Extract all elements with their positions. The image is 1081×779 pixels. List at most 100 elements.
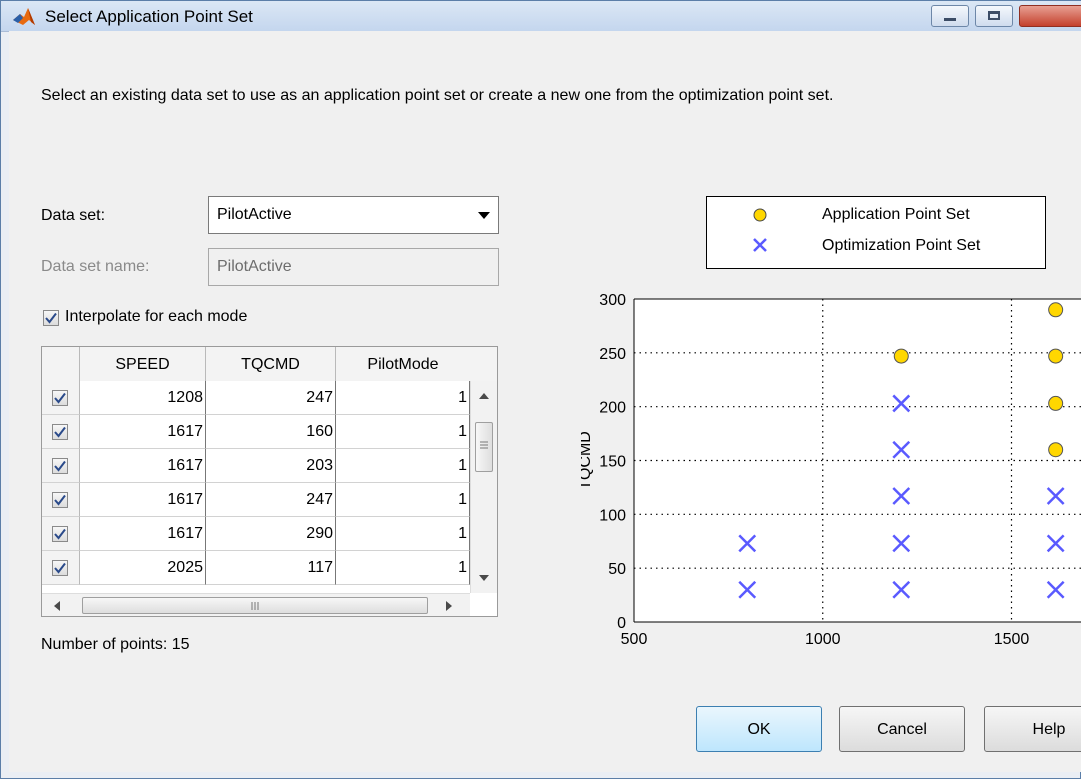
- minimize-icon: [944, 18, 956, 21]
- row-checkbox[interactable]: [52, 424, 68, 440]
- vertical-scroll-thumb[interactable]: [475, 422, 493, 472]
- table-cell-speed[interactable]: 1617: [80, 517, 206, 551]
- table-cell-speed[interactable]: 1208: [80, 381, 206, 415]
- header-check-col: [42, 347, 80, 381]
- horizontal-scrollbar[interactable]: [42, 593, 470, 616]
- data-set-name-value: PilotActive: [217, 258, 292, 275]
- table-cell-tqcmd[interactable]: 247: [206, 483, 336, 517]
- table-cell-speed[interactable]: 1617: [80, 415, 206, 449]
- y-tick-label: 150: [599, 454, 626, 471]
- table-cell-mode[interactable]: 1: [336, 517, 470, 551]
- ok-button[interactable]: OK: [696, 706, 822, 752]
- vertical-scrollbar[interactable]: [470, 381, 497, 593]
- table-cell-tqcmd[interactable]: 247: [206, 381, 336, 415]
- checkmark-icon: [54, 528, 66, 540]
- x-tick-label: 1000: [805, 631, 841, 648]
- table-row[interactable]: 2025 117 1: [42, 551, 497, 585]
- row-checkbox[interactable]: [52, 560, 68, 576]
- grip-icon: [480, 441, 488, 449]
- legend-application: Application Point Set: [822, 206, 970, 223]
- data-set-dropdown[interactable]: PilotActive: [208, 196, 499, 234]
- x-tick-label: 500: [621, 631, 648, 648]
- row-checkbox[interactable]: [52, 492, 68, 508]
- table-cell-speed[interactable]: 1617: [80, 449, 206, 483]
- row-select-cell: [42, 449, 80, 483]
- table-cell-speed[interactable]: 2025: [80, 551, 206, 585]
- checkmark-icon: [54, 494, 66, 506]
- y-tick-label: 300: [599, 292, 626, 309]
- checkmark-icon: [54, 562, 66, 574]
- header-pilotmode[interactable]: PilotMode: [336, 347, 470, 381]
- row-select-cell: [42, 551, 80, 585]
- row-select-cell: [42, 483, 80, 517]
- scroll-right-icon[interactable]: [446, 601, 452, 611]
- table-cell-mode[interactable]: 1: [336, 415, 470, 449]
- table-row[interactable]: 1617 160 1: [42, 415, 497, 449]
- table-cell-mode[interactable]: 1: [336, 381, 470, 415]
- checkmark-icon: [54, 426, 66, 438]
- horizontal-scroll-thumb[interactable]: [82, 597, 428, 614]
- dialog-window: Select Application Point Set Select an e…: [0, 0, 1081, 779]
- scatter-chart: 5001000150020002500300035000501001502002…: [577, 281, 1081, 696]
- scroll-left-icon[interactable]: [54, 601, 60, 611]
- table-cell-mode[interactable]: 1: [336, 551, 470, 585]
- minimize-button[interactable]: [931, 5, 969, 27]
- table-row[interactable]: 1617 290 1: [42, 517, 497, 551]
- table-cell-tqcmd[interactable]: 160: [206, 415, 336, 449]
- number-of-points: Number of points: 15: [41, 636, 190, 653]
- row-select-cell: [42, 517, 80, 551]
- legend-optimization: Optimization Point Set: [822, 237, 981, 254]
- application-point: [1048, 348, 1064, 364]
- row-checkbox[interactable]: [52, 390, 68, 406]
- application-point: [1048, 302, 1064, 318]
- checkmark-icon: [54, 392, 66, 404]
- table-row[interactable]: 1617 247 1: [42, 483, 497, 517]
- data-set-value: PilotActive: [217, 206, 292, 223]
- x-tick-label: 1500: [994, 631, 1030, 648]
- row-select-cell: [42, 381, 80, 415]
- row-select-cell: [42, 415, 80, 449]
- row-checkbox[interactable]: [52, 526, 68, 542]
- table-cell-mode[interactable]: 1: [336, 449, 470, 483]
- dropdown-arrow-icon: [478, 212, 490, 219]
- cancel-button[interactable]: Cancel: [839, 706, 965, 752]
- y-axis-label: TQCMD: [581, 431, 594, 490]
- matlab-logo-icon: [13, 8, 35, 25]
- maximize-icon: [988, 11, 1000, 20]
- grip-icon: [251, 602, 259, 610]
- points-table: SPEED TQCMD PilotMode 1208 247 1 1617 160 1 16…: [41, 346, 498, 617]
- y-tick-label: 200: [599, 400, 626, 417]
- optimization-marker-icon: [753, 238, 767, 252]
- title-bar[interactable]: Select Application Point Set: [1, 1, 1081, 32]
- y-tick-label: 50: [608, 561, 626, 578]
- y-tick-label: 250: [599, 346, 626, 363]
- application-point: [1048, 442, 1064, 458]
- table-cell-mode[interactable]: 1: [336, 483, 470, 517]
- table-cell-speed[interactable]: 1617: [80, 483, 206, 517]
- maximize-button[interactable]: [975, 5, 1013, 27]
- table-cell-tqcmd[interactable]: 203: [206, 449, 336, 483]
- checkmark-icon: [54, 460, 66, 472]
- close-button[interactable]: [1019, 5, 1081, 27]
- application-point: [1048, 395, 1064, 411]
- scroll-up-icon[interactable]: [479, 393, 489, 399]
- application-marker-icon: [753, 208, 767, 222]
- table-row[interactable]: 1617 203 1: [42, 449, 497, 483]
- interpolate-checkbox[interactable]: [43, 310, 59, 326]
- scatter-plot-svg: 5001000150020002500300035000501001502002…: [577, 292, 1081, 648]
- data-set-name-field: PilotActive: [208, 248, 499, 286]
- chart-legend: Application Point Set Optimization Point…: [706, 196, 1046, 269]
- help-button[interactable]: Help: [984, 706, 1081, 752]
- table-header: SPEED TQCMD PilotMode: [42, 347, 497, 382]
- header-tqcmd[interactable]: TQCMD: [206, 347, 336, 381]
- header-speed[interactable]: SPEED: [80, 347, 206, 381]
- y-tick-label: 0: [617, 615, 626, 632]
- scroll-down-icon[interactable]: [479, 575, 489, 581]
- table-cell-tqcmd[interactable]: 290: [206, 517, 336, 551]
- table-cell-tqcmd[interactable]: 117: [206, 551, 336, 585]
- interpolate-label: Interpolate for each mode: [65, 308, 248, 325]
- row-checkbox[interactable]: [52, 458, 68, 474]
- data-set-name-label: Data set name:: [41, 258, 150, 275]
- table-row[interactable]: 1208 247 1: [42, 381, 497, 415]
- y-tick-label: 100: [599, 507, 626, 524]
